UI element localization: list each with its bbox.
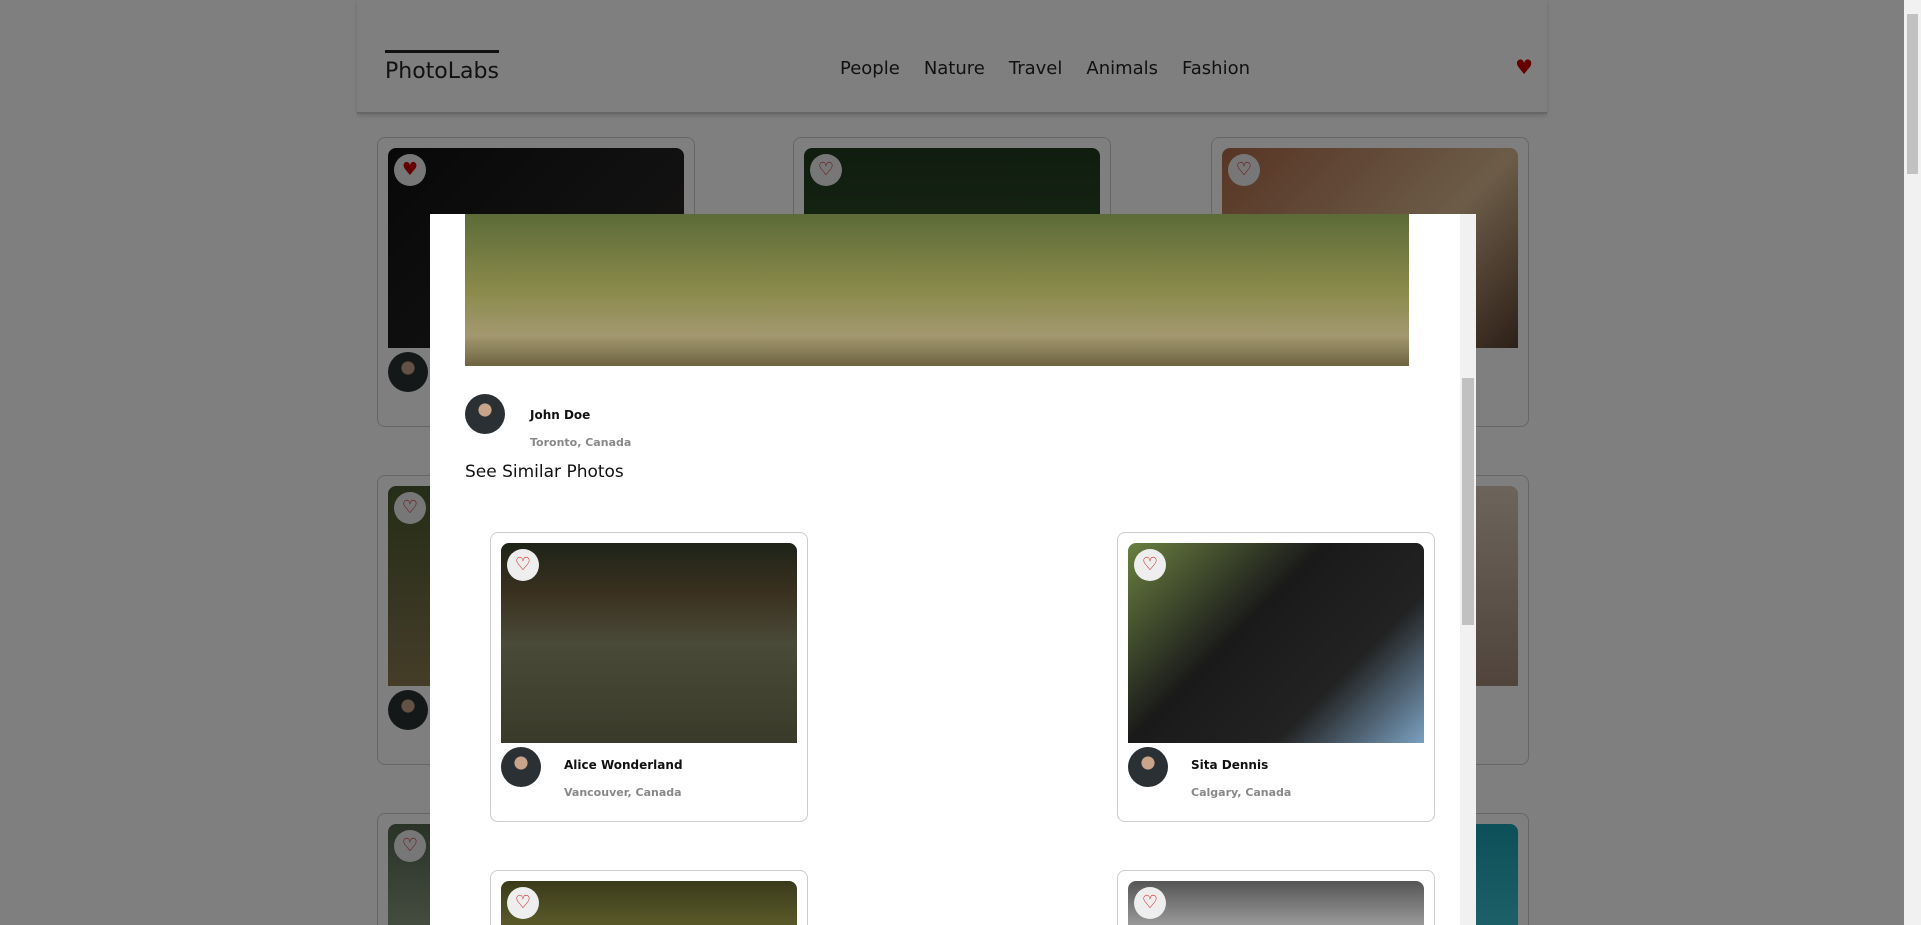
photographer-name: Sita Dennis (1191, 758, 1269, 772)
modal-scroll-thumb[interactable] (1462, 378, 1474, 625)
modal-main-photo (465, 214, 1409, 366)
heart-outline-icon[interactable]: ♡ (1134, 887, 1166, 919)
modal-scrollbar[interactable] (1460, 214, 1476, 925)
photo[interactable] (501, 881, 797, 925)
avatar (1128, 747, 1168, 787)
photo[interactable] (1128, 881, 1424, 925)
heart-outline-icon[interactable]: ♡ (1134, 549, 1166, 581)
photo-details-modal: John Doe Toronto, Canada See Similar Pho… (430, 214, 1476, 925)
page-scroll-thumb[interactable] (1907, 14, 1918, 174)
photographer-name: Alice Wonderland (564, 758, 683, 772)
similar-photo-card[interactable]: ♡ (1117, 870, 1435, 925)
photo[interactable] (501, 543, 797, 743)
heart-outline-icon[interactable]: ♡ (507, 887, 539, 919)
similar-photo-card[interactable]: ♡ Sita Dennis Calgary, Canada (1117, 532, 1435, 822)
photographer-location: Calgary, Canada (1191, 786, 1292, 799)
photo[interactable] (1128, 543, 1424, 743)
avatar (501, 747, 541, 787)
similar-photo-card[interactable]: ♡ (490, 870, 808, 925)
page-scrollbar[interactable] (1904, 0, 1921, 925)
heart-outline-icon[interactable]: ♡ (507, 549, 539, 581)
similar-title: See Similar Photos (465, 462, 624, 482)
author-avatar (465, 394, 505, 434)
photographer-location: Vancouver, Canada (564, 786, 682, 799)
similar-photo-card[interactable]: ♡ Alice Wonderland Vancouver, Canada (490, 532, 808, 822)
author-location: Toronto, Canada (530, 436, 632, 449)
author-name: John Doe (530, 408, 591, 422)
